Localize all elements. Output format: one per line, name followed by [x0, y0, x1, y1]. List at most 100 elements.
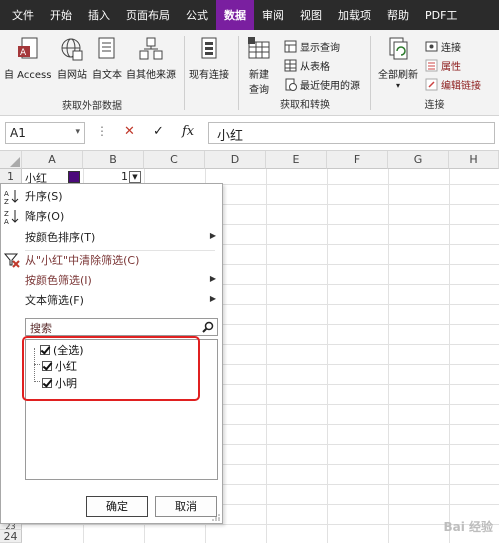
refresh-all-button[interactable]: 全部刷新 ▾ — [378, 36, 418, 90]
tab-review[interactable]: 审阅 — [254, 0, 292, 30]
column-header-f[interactable]: F — [327, 151, 388, 169]
refresh-icon — [385, 36, 411, 64]
globe-icon — [59, 36, 85, 64]
text-filters-item[interactable]: 文本筛选(F) ▶ — [1, 290, 222, 310]
sort-descending-item[interactable]: ZA 降序(O) — [1, 206, 222, 226]
column-header-c[interactable]: C — [144, 151, 205, 169]
enter-edit-icon[interactable]: ✓ — [153, 124, 164, 139]
cancel-edit-icon[interactable]: ✕ — [124, 124, 135, 139]
from-other-sources-label: 自其他来源 — [126, 70, 176, 81]
sort-by-color-label: 按颜色排序(T) — [25, 231, 96, 244]
existing-connections-icon — [196, 36, 222, 64]
recent-sources-icon — [284, 78, 297, 91]
from-table-label: 从表格 — [300, 62, 330, 73]
tab-insert[interactable]: 插入 — [80, 0, 118, 30]
refresh-dropdown-icon[interactable]: ▾ — [396, 81, 400, 90]
tab-help[interactable]: 帮助 — [379, 0, 417, 30]
insert-function-icon[interactable]: fx — [182, 124, 194, 139]
ribbon: A 自 Access 自网站 自文本 自其他来源 获取外部数据 现有连接 新建 … — [0, 30, 499, 116]
refresh-all-label: 全部刷新 — [378, 70, 418, 81]
cancel-button[interactable]: 取消 — [155, 496, 217, 517]
from-access-button[interactable]: A 自 Access — [4, 36, 51, 81]
from-access-label: 自 Access — [4, 70, 52, 81]
from-web-button[interactable]: 自网站 — [57, 36, 87, 81]
edit-links-label: 编辑链接 — [441, 81, 481, 92]
new-query-label-1: 新建 — [249, 70, 269, 81]
existing-connections-label: 现有连接 — [189, 70, 229, 81]
tab-formulas[interactable]: 公式 — [178, 0, 216, 30]
tab-data[interactable]: 数据 — [216, 0, 254, 30]
sort-descending-icon: ZA — [1, 206, 25, 226]
sort-ascending-item[interactable]: AZ 升序(S) — [1, 186, 222, 206]
properties-icon — [425, 59, 438, 72]
recent-sources-button[interactable]: 最近使用的源 — [284, 77, 360, 92]
filter-by-color-item[interactable]: 按颜色筛选(I) ▶ — [1, 270, 222, 290]
row-header-1[interactable]: 1 — [0, 169, 22, 184]
name-box[interactable]: A1 ▾ — [5, 122, 85, 144]
from-text-label: 自文本 — [92, 70, 122, 81]
edit-links-button[interactable]: 编辑链接 — [425, 77, 481, 92]
row-header-24[interactable]: 24 — [0, 530, 22, 543]
new-query-button[interactable]: 新建 查询 — [246, 36, 272, 96]
existing-connections-button[interactable]: 现有连接 — [189, 36, 229, 81]
tab-home[interactable]: 开始 — [42, 0, 80, 30]
svg-text:A: A — [20, 48, 27, 58]
select-all-corner[interactable] — [0, 151, 22, 169]
svg-text:Z: Z — [4, 198, 9, 206]
tab-addins[interactable]: 加载项 — [330, 0, 379, 30]
connections-button[interactable]: 连接 — [425, 39, 461, 54]
from-web-label: 自网站 — [57, 70, 87, 81]
chevron-down-icon[interactable]: ▾ — [75, 127, 80, 137]
clear-filter-item[interactable]: 从"小红"中清除筛选(C) — [1, 250, 222, 270]
filter-dropdown-a-icon[interactable] — [68, 171, 80, 183]
group-label-external: 获取外部数据 — [62, 101, 122, 112]
show-queries-button[interactable]: 显示查询 — [284, 39, 340, 54]
svg-text:Z: Z — [4, 210, 9, 218]
text-file-icon — [94, 36, 120, 64]
clear-filter-label: 从"小红"中清除筛选(C) — [25, 254, 140, 267]
column-header-b[interactable]: B — [83, 151, 144, 169]
submenu-arrow-icon: ▶ — [209, 231, 216, 240]
show-queries-icon — [284, 40, 297, 53]
cell-b1[interactable]: 1 — [114, 170, 128, 183]
column-header-e[interactable]: E — [266, 151, 327, 169]
name-box-value: A1 — [10, 126, 26, 140]
watermark: Bai 经验 — [443, 520, 493, 534]
filter-search-input[interactable]: 搜索 — [25, 318, 218, 336]
sort-ascending-icon: AZ — [1, 186, 25, 206]
tab-file[interactable]: 文件 — [0, 0, 42, 30]
ok-button[interactable]: 确定 — [86, 496, 148, 517]
submenu-arrow-icon: ▶ — [209, 294, 216, 303]
tab-page-layout[interactable]: 页面布局 — [118, 0, 178, 30]
from-text-button[interactable]: 自文本 — [92, 36, 122, 81]
column-header-d[interactable]: D — [205, 151, 266, 169]
clear-filter-icon — [1, 250, 25, 270]
from-other-sources-button[interactable]: 自其他来源 — [126, 36, 176, 81]
sort-by-color-item[interactable]: 按颜色排序(T) ▶ — [1, 227, 222, 247]
highlight-annotation — [22, 336, 200, 401]
tab-pdf[interactable]: PDF工 — [417, 0, 465, 30]
access-icon: A — [15, 36, 41, 64]
column-header-a[interactable]: A — [22, 151, 83, 169]
edit-links-icon — [425, 78, 438, 91]
search-icon — [202, 321, 214, 333]
svg-text:A: A — [4, 218, 9, 226]
other-sources-icon — [138, 36, 164, 64]
new-query-icon — [246, 36, 272, 64]
resize-grip-icon[interactable] — [212, 513, 220, 521]
more-options-icon: ⋮ — [96, 124, 108, 138]
sort-ascending-label: 升序(S) — [25, 190, 63, 203]
tab-view[interactable]: 视图 — [292, 0, 330, 30]
table-icon — [284, 59, 297, 72]
group-label-transform: 获取和转换 — [280, 100, 330, 111]
formula-input[interactable]: 小红 — [208, 122, 495, 144]
filter-dropdown-b-icon[interactable]: ▼ — [129, 171, 141, 183]
svg-text:A: A — [4, 190, 9, 198]
formula-bar: A1 ▾ ⋮ ✕ ✓ fx 小红 — [0, 116, 499, 151]
column-header-h[interactable]: H — [449, 151, 499, 169]
from-table-button[interactable]: 从表格 — [284, 58, 330, 73]
properties-button[interactable]: 属性 — [425, 58, 461, 73]
connections-icon — [425, 40, 438, 53]
column-header-g[interactable]: G — [388, 151, 449, 169]
filter-search-placeholder: 搜索 — [30, 322, 52, 335]
